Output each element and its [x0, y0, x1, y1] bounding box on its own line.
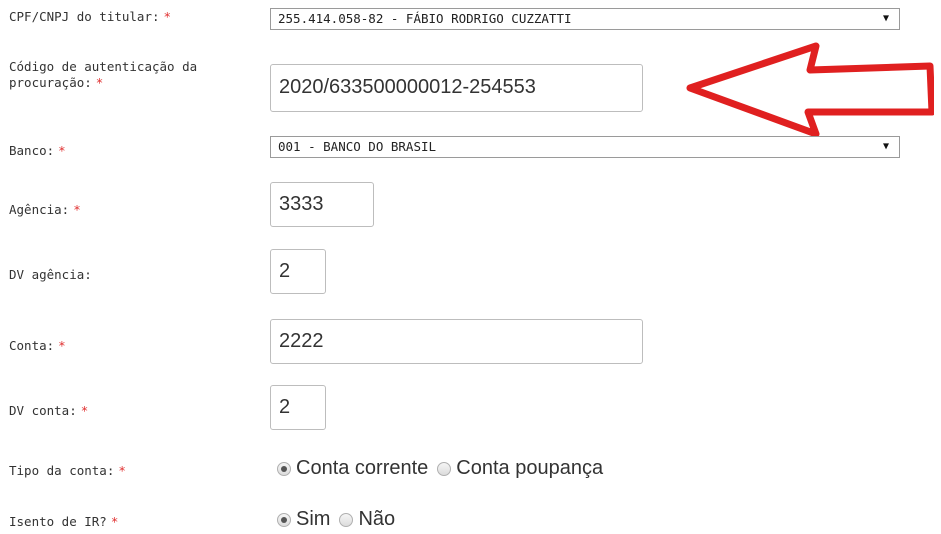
banco-select[interactable]: 001 - BANCO DO BRASIL ▼ — [270, 136, 900, 158]
radio-checked-icon[interactable] — [277, 461, 291, 476]
codigo-input[interactable]: 2020/633500000012-254553 — [270, 64, 643, 112]
titular-label: CPF/CNPJ do titular: * — [9, 9, 172, 24]
required-mark: * — [118, 463, 126, 478]
codigo-label: Código de autenticação da procuração: * — [9, 59, 198, 90]
radio-option-conta-corrente[interactable]: Conta corrente — [277, 457, 428, 480]
dropdown-arrow-icon: ▼ — [882, 13, 889, 24]
isento-ir-label: Isento de IR? * — [9, 514, 119, 529]
dv-conta-input[interactable]: 2 — [270, 385, 326, 430]
dv-agencia-input[interactable]: 2 — [270, 249, 326, 294]
required-mark: * — [58, 143, 66, 158]
required-mark: * — [110, 514, 119, 529]
required-mark: * — [73, 202, 81, 217]
radio-option-sim[interactable]: Sim — [277, 508, 330, 531]
conta-label: Conta: * — [9, 338, 66, 353]
radio-option-nao[interactable]: Não — [339, 508, 395, 531]
required-mark: * — [80, 403, 89, 418]
agencia-label: Agência: * — [9, 202, 81, 217]
red-arrow-left-icon — [686, 42, 934, 138]
required-mark: * — [163, 9, 172, 24]
titular-select[interactable]: 255.414.058-82 - FÁBIO RODRIGO CUZZATTI … — [270, 8, 900, 30]
radio-unchecked-icon[interactable] — [437, 461, 452, 476]
tipo-conta-label: Tipo da conta: * — [9, 463, 126, 478]
radio-option-conta-poupanca[interactable]: Conta poupança — [437, 457, 603, 480]
radio-checked-icon[interactable] — [277, 512, 291, 527]
radio-unchecked-icon[interactable] — [339, 512, 354, 527]
dv-agencia-label: DV agência: — [9, 267, 92, 282]
titular-select-value: 255.414.058-82 - FÁBIO RODRIGO CUZZATTI — [278, 11, 572, 26]
isento-ir-radio-group: Sim Não — [277, 508, 404, 531]
required-mark: * — [95, 75, 104, 90]
banco-select-value: 001 - BANCO DO BRASIL — [278, 139, 437, 154]
agencia-input[interactable]: 3333 — [270, 182, 374, 227]
banco-label: Banco: * — [9, 143, 66, 158]
required-mark: * — [58, 338, 66, 353]
dropdown-arrow-icon: ▼ — [882, 141, 889, 152]
dv-conta-label: DV conta: * — [9, 403, 89, 418]
conta-input[interactable]: 2222 — [270, 319, 643, 364]
tipo-conta-radio-group: Conta corrente Conta poupança — [277, 457, 612, 480]
